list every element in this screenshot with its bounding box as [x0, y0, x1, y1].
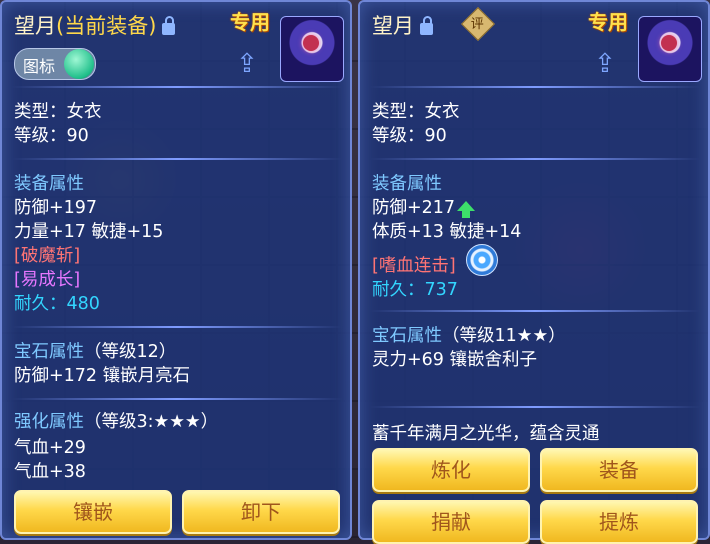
defense-line: 防御+217 — [372, 194, 476, 219]
gem-attr-line: 宝石属性（等级11★★） — [372, 322, 566, 347]
toggle-label: 图标 — [23, 57, 56, 76]
gem-heading: 宝石属性 — [372, 326, 442, 346]
divider — [12, 158, 342, 160]
level-line: 等级：90 — [14, 126, 89, 146]
special-effect: [破魔斩] — [14, 246, 81, 266]
rating-icon[interactable]: 评 — [461, 7, 495, 41]
equip-attr-heading: 装备属性 — [14, 174, 84, 194]
character-avatar — [280, 16, 344, 82]
durability-value: 737 — [424, 280, 458, 300]
enhance-line-2: 气血+38 — [14, 462, 86, 482]
lock-icon — [162, 16, 176, 35]
compare-equipment-panel: 望月 评 专用 ⇪ 类型：女衣 等级：90 装备属性 防御+217 体质+13 … — [358, 0, 710, 544]
item-name: 望月 — [372, 14, 414, 38]
character-avatar — [638, 16, 702, 82]
divider — [12, 398, 342, 400]
up-arrow-icon — [457, 201, 476, 218]
toggle-knob — [64, 49, 94, 79]
stats-line: 力量+17 敏捷+15 — [14, 222, 164, 242]
gem-bonus-line: 灵力+69 镶嵌舍利子 — [372, 350, 537, 370]
exclusive-badge: 专用 — [230, 10, 270, 34]
enhance-attr-line: 强化属性（等级3:★★★） — [14, 408, 218, 433]
unequip-button[interactable]: 卸下 — [182, 490, 340, 534]
exclusive-badge: 专用 — [588, 10, 628, 34]
equipped-status: (当前装备) — [56, 14, 157, 38]
equip-button[interactable]: 装备 — [540, 448, 698, 492]
lock-icon — [420, 16, 433, 35]
inlay-button[interactable]: 镶嵌 — [14, 490, 172, 534]
defense-value: 防御+217 — [372, 198, 456, 218]
item-name: 望月 — [14, 14, 56, 38]
refine-button[interactable]: 炼化 — [372, 448, 530, 492]
type-line: 类型：女衣 — [372, 102, 460, 122]
divider — [370, 310, 700, 312]
gem-level: （等级12） — [84, 342, 177, 362]
durability-label: 耐久： — [372, 280, 425, 300]
durability-label: 耐久： — [14, 294, 67, 314]
swirl-skill-icon[interactable] — [466, 244, 498, 276]
share-icon[interactable]: ⇪ — [594, 51, 624, 77]
divider — [12, 86, 342, 88]
item-title: 望月 — [372, 10, 433, 40]
stats-line: 体质+13 敏捷+14 — [372, 222, 522, 242]
current-equipment-panel: 望月(当前装备) 专用 ⇪ 图标 类型：女衣 等级：90 装备属性 防御+197… — [0, 0, 352, 540]
level-line: 等级：90 — [372, 126, 447, 146]
enhance-level: （等级3:★★★） — [84, 412, 219, 432]
share-icon[interactable]: ⇪ — [236, 51, 266, 77]
durability-value: 480 — [66, 294, 100, 314]
gem-attr-line: 宝石属性（等级12） — [14, 338, 176, 363]
donate-button[interactable]: 捐献 — [372, 500, 530, 544]
gem-level: （等级11★★） — [442, 326, 566, 346]
item-description: 蓄千年满月之光华，蕴含灵通 — [372, 424, 600, 444]
item-title: 望月(当前装备) — [14, 10, 176, 40]
gem-bonus-line: 防御+172 镶嵌月亮石 — [14, 366, 191, 386]
extract-button[interactable]: 提炼 — [540, 500, 698, 544]
divider — [370, 86, 700, 88]
divider — [370, 158, 700, 160]
durability-line: 耐久：737 — [372, 276, 458, 301]
special-effect: [嗜血连击] — [372, 256, 456, 276]
enhance-line-1: 气血+29 — [14, 438, 86, 458]
icon-toggle[interactable]: 图标 — [14, 48, 96, 80]
equip-attr-heading: 装备属性 — [372, 174, 442, 194]
special-skill: [易成长] — [14, 270, 81, 290]
divider — [12, 326, 342, 328]
type-line: 类型：女衣 — [14, 102, 102, 122]
gem-heading: 宝石属性 — [14, 342, 84, 362]
defense-line: 防御+197 — [14, 198, 98, 218]
divider — [370, 406, 700, 408]
enhance-heading: 强化属性 — [14, 412, 84, 432]
durability-line: 耐久：480 — [14, 290, 100, 315]
